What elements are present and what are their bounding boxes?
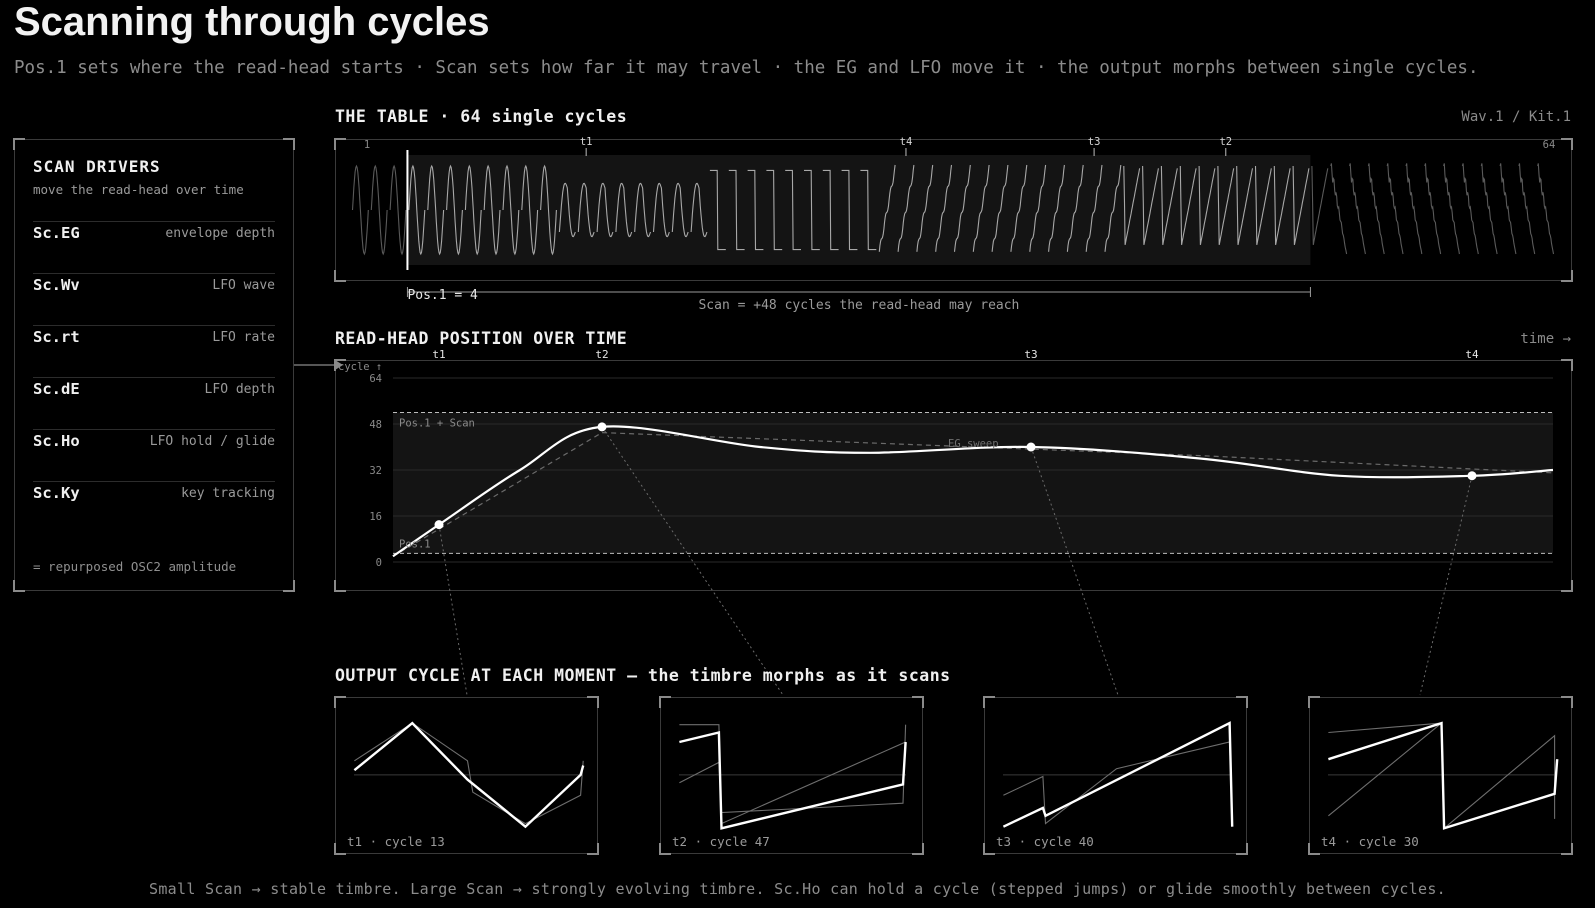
- output-panel-2: t2 · cycle 47: [659, 696, 924, 855]
- output-panel-3: t3 · cycle 40: [983, 696, 1248, 855]
- marker-point-t3: [1026, 442, 1036, 452]
- marker-point-t4: [1467, 471, 1477, 481]
- marker-point-t1: [434, 520, 444, 530]
- chart-marker-t2: t2: [595, 348, 608, 361]
- output-panel-label: t2 · cycle 47: [672, 834, 770, 849]
- output-cycle-waveform: [679, 724, 907, 830]
- output-cycle-trace: [1328, 721, 1559, 830]
- eg-sweep-label: EG sweep: [948, 438, 999, 450]
- output-title: OUTPUT CYCLE AT EACH MOMENT — the timbre…: [335, 666, 951, 685]
- footer-note: Small Scan → stable timbre. Large Scan →…: [149, 880, 1446, 898]
- output-cycle-waveform: [1328, 721, 1559, 830]
- output-cycle-trace: [679, 730, 907, 830]
- output-panel-4: t4 · cycle 30: [1308, 696, 1573, 855]
- neighbor-cycle-trace: [354, 722, 584, 825]
- output-cycle-waveform: [353, 721, 585, 829]
- y-tick-label: 0: [376, 557, 382, 569]
- output-panel-1: t1 · cycle 13: [334, 696, 599, 855]
- chart-marker-t1: t1: [432, 348, 445, 361]
- marker-point-t2: [597, 422, 607, 432]
- y-axis-title: cycle ↑: [338, 361, 382, 373]
- neighbor-cycle-trace: [1443, 734, 1556, 829]
- chart-marker-t3: t3: [1024, 348, 1037, 361]
- output-panel-label: t3 · cycle 40: [996, 834, 1094, 849]
- scan-band: [393, 412, 1553, 554]
- y-tick-label: 16: [369, 511, 382, 523]
- y-tick-label: 32: [369, 465, 382, 477]
- y-tick-label: 64: [369, 373, 382, 385]
- neighbor-cycle-trace: [1328, 722, 1444, 817]
- output-cycle-waveform: [1002, 721, 1234, 828]
- chart-marker-t4: t4: [1465, 348, 1479, 361]
- band-bottom-label: Pos.1: [399, 538, 431, 550]
- band-top-label: Pos.1 + Scan: [399, 418, 475, 430]
- output-panel-label: t1 · cycle 13: [347, 834, 445, 849]
- y-tick-label: 48: [369, 419, 382, 431]
- neighbor-cycle-trace: [679, 724, 907, 814]
- output-panel-label: t4 · cycle 30: [1321, 834, 1419, 849]
